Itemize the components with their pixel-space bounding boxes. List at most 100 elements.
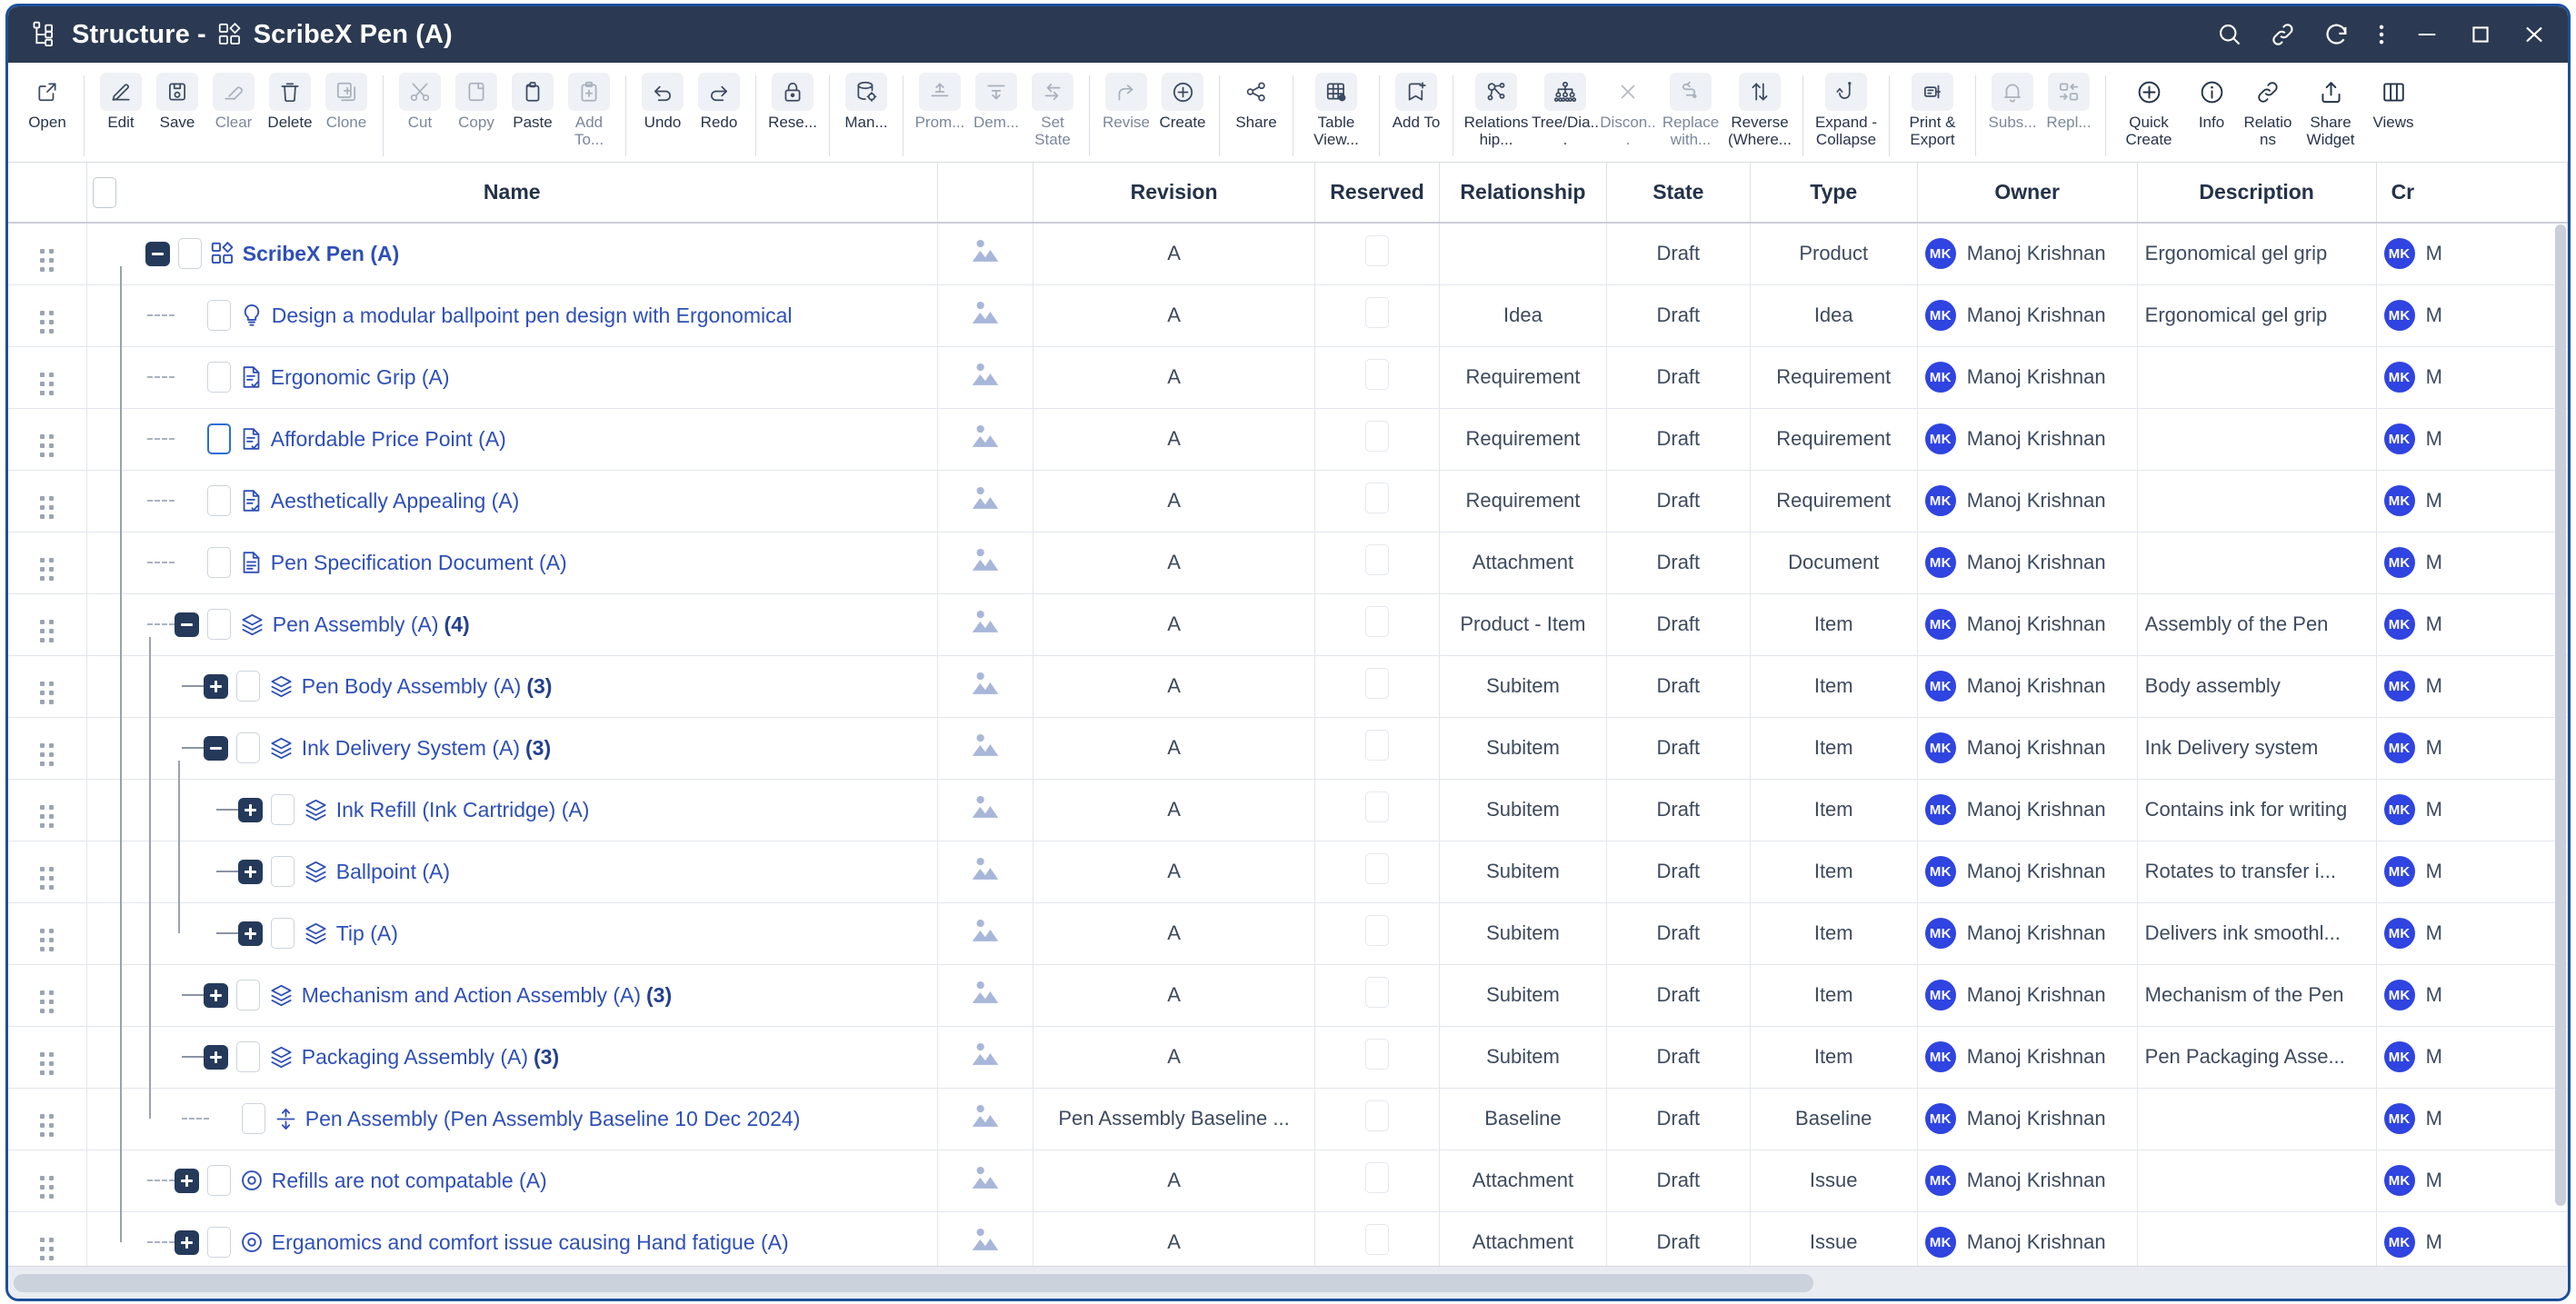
toolbar-button-share[interactable]: Share	[1228, 70, 1284, 131]
row-reserved-cell[interactable]	[1314, 964, 1440, 1027]
toolbar-button-info[interactable]: Info	[2183, 70, 2240, 131]
row-name-label[interactable]: Packaging Assembly (A)	[302, 1045, 528, 1070]
toolbar-button-add-to[interactable]: Add To	[1388, 70, 1444, 131]
toolbar-button-edit[interactable]: Edit	[93, 70, 149, 131]
row-select-checkbox[interactable]	[235, 732, 260, 763]
toolbar-button-revise[interactable]: Revise	[1098, 70, 1154, 131]
column-header-description[interactable]: Description	[2137, 163, 2377, 224]
reserved-checkbox[interactable]	[1365, 1039, 1390, 1070]
toolbar-button-table-view[interactable]: Table View...	[1302, 70, 1371, 148]
drag-handle-icon[interactable]	[40, 496, 55, 519]
reserved-checkbox[interactable]	[1365, 791, 1390, 822]
row-reserved-cell[interactable]	[1314, 408, 1440, 471]
toolbar-button-repl[interactable]: Repl...	[2041, 70, 2097, 131]
row-name-cell[interactable]: ScribeX Pen (A)	[86, 223, 938, 285]
reserved-checkbox[interactable]	[1365, 544, 1390, 575]
row-name-label[interactable]: Tip (A)	[336, 921, 398, 946]
row-name-label[interactable]: Ballpoint (A)	[336, 860, 450, 884]
tree-expand-toggle[interactable]	[203, 673, 228, 699]
toolbar-button-expand-collapse[interactable]: Expand - Collapse	[1812, 70, 1881, 148]
drag-handle-icon[interactable]	[40, 1052, 55, 1075]
row-drag-handle-cell[interactable]	[8, 1088, 87, 1150]
row-reserved-cell[interactable]	[1314, 1211, 1440, 1266]
toolbar-button-undo[interactable]: Undo	[634, 70, 691, 131]
row-name-cell[interactable]: Refills are not compatable (A)	[86, 1150, 938, 1212]
toolbar-button-subs[interactable]: Subs...	[1984, 70, 2041, 131]
row-select-checkbox[interactable]	[270, 856, 295, 887]
toolbar-button-share-widget[interactable]: Share Widget	[2296, 70, 2365, 148]
tree-expand-toggle[interactable]	[174, 1168, 199, 1193]
reserved-checkbox[interactable]	[1365, 235, 1390, 267]
search-icon[interactable]	[2217, 22, 2242, 47]
drag-handle-icon[interactable]	[40, 1238, 55, 1260]
column-header-owner[interactable]: Owner	[1917, 163, 2138, 224]
table-row[interactable]: Tip (A) A Subitem Draft Item MK Manoj Kr…	[8, 902, 2568, 965]
row-drag-handle-cell[interactable]	[8, 1150, 87, 1212]
row-name-label[interactable]: Erganomics and comfort issue causing Han…	[272, 1230, 789, 1255]
horizontal-scrollbar[interactable]	[8, 1266, 2568, 1299]
horizontal-scrollbar-thumb[interactable]	[14, 1273, 1813, 1292]
toolbar-button-save[interactable]: Save	[149, 70, 205, 131]
more-vertical-icon[interactable]	[2377, 22, 2386, 47]
column-header-reserved[interactable]: Reserved	[1314, 163, 1440, 224]
table-row[interactable]: Packaging Assembly (A) (3) A Subitem Dra…	[8, 1026, 2568, 1089]
toolbar-button-copy[interactable]: Copy	[448, 70, 504, 131]
row-drag-handle-cell[interactable]	[8, 470, 87, 533]
toolbar-button-discon[interactable]: Discon...	[1600, 70, 1656, 148]
tree-expand-toggle[interactable]	[174, 1229, 199, 1255]
row-name-label[interactable]: Aesthetically Appealing (A)	[271, 489, 520, 513]
tree-collapse-toggle[interactable]	[174, 612, 199, 637]
tree-collapse-toggle[interactable]	[203, 735, 228, 761]
row-name-cell[interactable]: Ink Delivery System (A) (3)	[86, 717, 938, 780]
row-select-checkbox[interactable]	[177, 238, 202, 270]
drag-handle-icon[interactable]	[40, 373, 55, 395]
row-name-label[interactable]: ScribeX Pen (A)	[243, 242, 400, 266]
table-row[interactable]: Ink Delivery System (A) (3) A Subitem Dr…	[8, 717, 2568, 780]
row-name-cell[interactable]: Packaging Assembly (A) (3)	[86, 1026, 938, 1089]
row-name-label[interactable]: Pen Body Assembly (A)	[302, 674, 522, 699]
row-reserved-cell[interactable]	[1314, 841, 1440, 903]
vertical-scrollbar-thumb[interactable]	[2555, 224, 2566, 1206]
structure-grid-container[interactable]: Name Revision Reserved Relationship Stat…	[8, 163, 2568, 1266]
toolbar-button-dem[interactable]: Dem...	[968, 70, 1024, 131]
row-name-label[interactable]: Ink Delivery System (A)	[302, 736, 520, 761]
table-row[interactable]: Aesthetically Appealing (A) A Requiremen…	[8, 470, 2568, 533]
reserved-checkbox[interactable]	[1365, 853, 1390, 884]
row-select-checkbox[interactable]	[206, 485, 231, 516]
row-reserved-cell[interactable]	[1314, 717, 1440, 780]
reserved-checkbox[interactable]	[1365, 297, 1390, 328]
toolbar-button-print-export[interactable]: Print & Export	[1898, 70, 1967, 148]
row-reserved-cell[interactable]	[1314, 593, 1440, 656]
row-drag-handle-cell[interactable]	[8, 964, 87, 1027]
drag-handle-icon[interactable]	[40, 1114, 55, 1137]
row-select-checkbox[interactable]	[206, 1165, 231, 1196]
row-select-checkbox[interactable]	[270, 794, 295, 825]
row-drag-handle-cell[interactable]	[8, 902, 87, 965]
row-select-checkbox[interactable]	[206, 1227, 231, 1258]
toolbar-button-views[interactable]: Views	[2365, 70, 2421, 131]
toolbar-button-relationship[interactable]: Relationship...	[1462, 70, 1531, 148]
row-drag-handle-cell[interactable]	[8, 779, 87, 841]
column-header-relationship[interactable]: Relationship	[1439, 163, 1607, 224]
row-reserved-cell[interactable]	[1314, 902, 1440, 965]
toolbar-button-redo[interactable]: Redo	[691, 70, 747, 131]
toolbar-button-relations[interactable]: Relations	[2240, 70, 2296, 148]
toolbar-button-tree-dia[interactable]: Tree/Dia...	[1531, 70, 1600, 148]
row-drag-handle-cell[interactable]	[8, 1211, 87, 1266]
drag-handle-icon[interactable]	[40, 990, 55, 1013]
toolbar-button-clone[interactable]: Clone	[318, 70, 374, 131]
drag-handle-icon[interactable]	[40, 929, 55, 951]
reserved-checkbox[interactable]	[1365, 1100, 1390, 1131]
row-reserved-cell[interactable]	[1314, 655, 1440, 718]
minimize-icon[interactable]	[2413, 22, 2441, 47]
drag-handle-icon[interactable]	[40, 867, 55, 890]
close-icon[interactable]	[2521, 22, 2548, 47]
row-reserved-cell[interactable]	[1314, 223, 1440, 285]
link-icon[interactable]	[2270, 22, 2297, 47]
row-name-label[interactable]: Pen Assembly (Pen Assembly Baseline 10 D…	[305, 1107, 801, 1131]
tree-expand-toggle[interactable]	[237, 921, 263, 946]
row-select-checkbox[interactable]	[241, 1103, 265, 1134]
column-header-state[interactable]: State	[1606, 163, 1751, 224]
table-row[interactable]: Ergonomic Grip (A) A Requirement Draft R…	[8, 346, 2568, 409]
drag-handle-icon[interactable]	[40, 620, 55, 642]
